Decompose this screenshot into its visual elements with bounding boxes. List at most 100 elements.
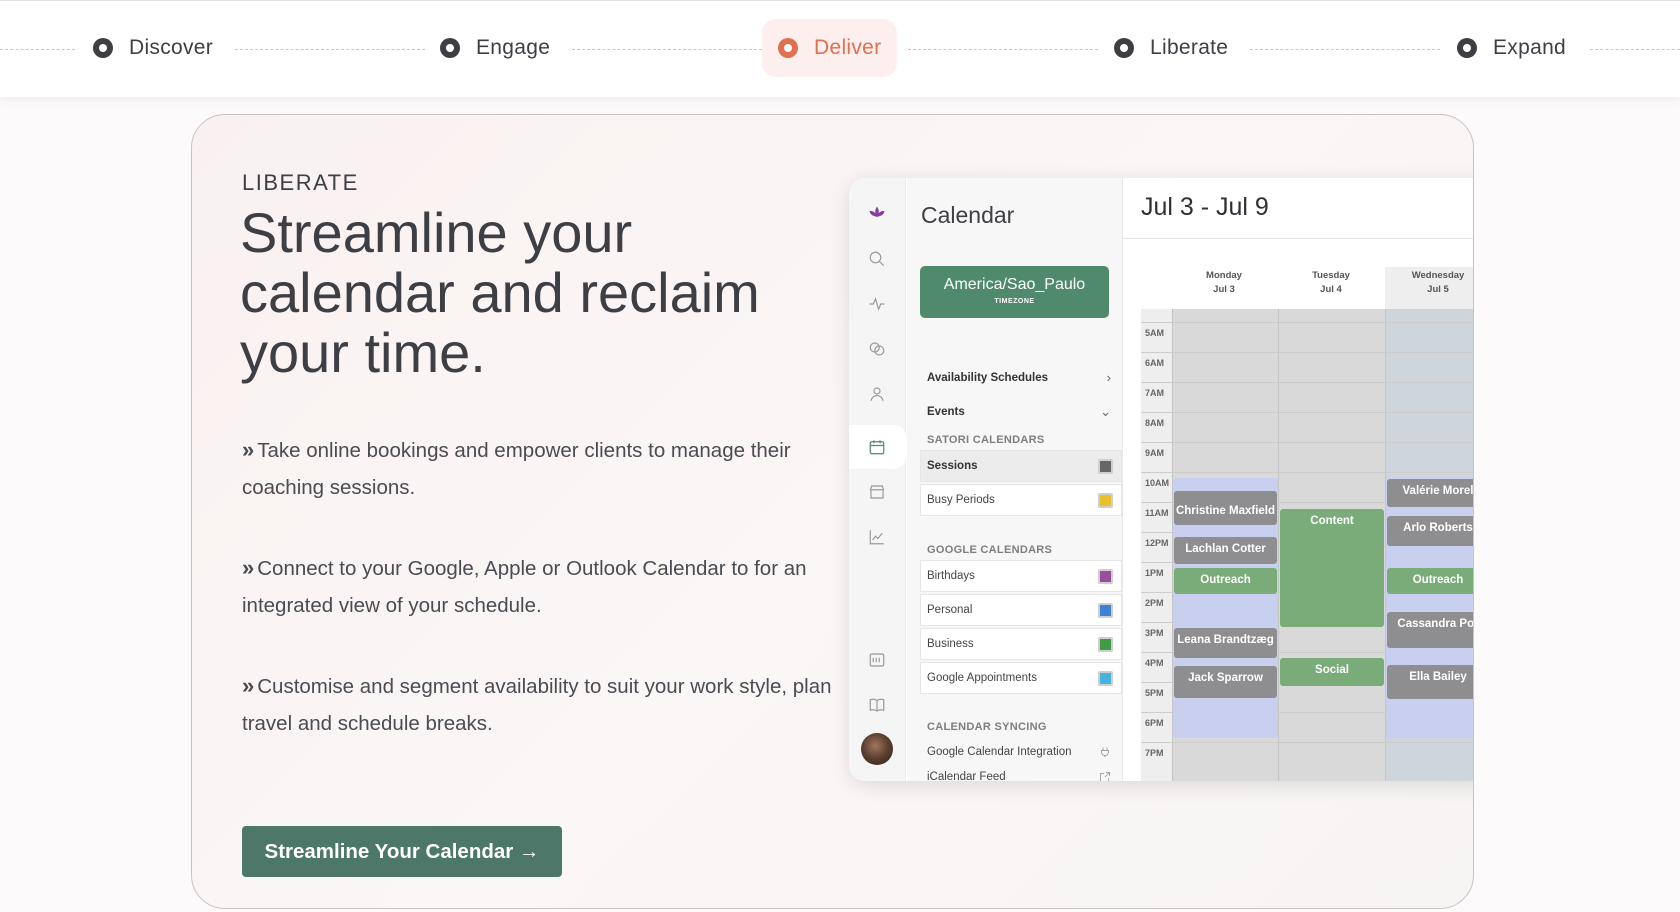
day-name: Tuesday [1312, 270, 1350, 281]
day-name: Wednesday [1411, 270, 1465, 281]
chat-icon[interactable] [864, 336, 890, 362]
calendar-event[interactable]: Content [1280, 509, 1384, 627]
bullet-text: Customise and segment availability to su… [242, 675, 832, 735]
calendar-item-birthdays[interactable]: Birthdays [920, 560, 1122, 592]
calendar-color-swatch[interactable] [1098, 636, 1113, 652]
icalendar-feed-item[interactable]: iCalendar Feed [927, 771, 1111, 781]
keyboard-icon[interactable] [864, 647, 890, 673]
google-calendar-integration-item[interactable]: Google Calendar Integration [927, 746, 1111, 758]
store-icon[interactable] [864, 479, 890, 505]
time-label: 7AM [1145, 388, 1165, 398]
calendar-sidebar: Calendar America/Sao_Paulo TIMEZONE Avai… [907, 178, 1123, 781]
calendar-event[interactable]: Christine Maxfield [1174, 491, 1277, 525]
time-label: 3PM [1145, 628, 1164, 638]
calendar-color-swatch[interactable] [1098, 458, 1113, 474]
availability-schedules-item[interactable]: Availability Schedules › [927, 370, 1111, 385]
plug-icon [1101, 747, 1109, 757]
day-date: Jul 3 [1213, 284, 1235, 295]
step-navigation: Discover Engage Deliver Liberate Expand [0, 0, 1680, 97]
step-radio-icon [778, 38, 798, 58]
lotus-logo-icon [864, 200, 890, 226]
calendar-item-busy-periods[interactable]: Busy Periods [920, 484, 1122, 516]
events-item[interactable]: Events ⌄ [927, 404, 1111, 420]
time-label: 5PM [1145, 688, 1164, 698]
timezone-caption: TIMEZONE [994, 298, 1035, 305]
section-eyebrow: LIBERATE [242, 170, 359, 195]
sync-label: iCalendar Feed [927, 771, 1006, 781]
search-icon[interactable] [864, 246, 890, 272]
user-icon[interactable] [864, 381, 890, 407]
calendar-item-personal[interactable]: Personal [920, 594, 1122, 626]
streamline-calendar-button[interactable]: Streamline Your Calendar → [242, 826, 562, 877]
time-label: 1PM [1145, 568, 1164, 578]
step-connector [908, 49, 1098, 50]
step-label: Liberate [1150, 36, 1229, 59]
calendar-syncing-heading: CALENDAR SYNCING [927, 721, 1047, 733]
column-divider [1278, 309, 1279, 781]
app-icon-rail [849, 178, 906, 781]
calendar-item-sessions[interactable]: Sessions [920, 450, 1122, 482]
calendar-color-swatch[interactable] [1098, 568, 1113, 584]
calendar-event[interactable]: Ella Bailey [1387, 665, 1473, 699]
day-header-monday[interactable]: Monday Jul 3 [1171, 269, 1277, 297]
step-label: Discover [129, 36, 214, 59]
step-radio-icon [440, 38, 460, 58]
step-label: Engage [476, 36, 551, 59]
chevron-right-icon: › [1106, 370, 1111, 385]
calendar-icon[interactable] [864, 434, 890, 460]
step-deliver[interactable]: Deliver [762, 19, 898, 77]
step-engage[interactable]: Engage [424, 19, 566, 77]
day-header-wednesday[interactable]: Wednesday Jul 5 [1385, 269, 1473, 297]
time-label: 11AM [1145, 508, 1169, 518]
external-link-icon [1100, 772, 1110, 781]
calendar-event[interactable]: Valérie Morel [1387, 479, 1473, 507]
analytics-chart-icon[interactable] [864, 524, 890, 550]
calendar-color-swatch[interactable] [1098, 670, 1113, 686]
day-name: Monday [1206, 270, 1242, 281]
hour-gridline [1141, 472, 1473, 473]
menu-label: Availability Schedules [927, 371, 1049, 384]
step-connector [235, 49, 425, 50]
calendar-color-swatch[interactable] [1098, 492, 1113, 508]
hour-gridline [1141, 322, 1473, 323]
calendar-event[interactable]: Leana Brandtzæg [1174, 628, 1277, 658]
calendar-event[interactable]: Outreach [1387, 568, 1473, 594]
step-discover[interactable]: Discover [77, 19, 229, 77]
calendar-name: Sessions [927, 460, 978, 472]
feature-bullet: » Connect to your Google, Apple or Outloo… [242, 549, 832, 624]
time-label: 7PM [1145, 748, 1164, 758]
calendar-event[interactable]: Arlo Roberts [1387, 516, 1473, 546]
step-radio-icon [1114, 38, 1134, 58]
feature-card: LIBERATE Streamline your calendar and re… [191, 114, 1474, 909]
sync-label: Google Calendar Integration [927, 746, 1072, 758]
activity-icon[interactable] [864, 291, 890, 317]
calendar-name: Busy Periods [927, 494, 995, 506]
step-label: Deliver [814, 36, 882, 59]
avatar[interactable] [861, 733, 893, 765]
google-calendars-heading: GOOGLE CALENDARS [927, 544, 1053, 556]
calendar-week-view: Jul 3 - Jul 9 Monday Jul 3 Tuesday Jul 4… [1123, 178, 1473, 781]
calendar-event[interactable]: Social [1280, 658, 1384, 686]
date-range: Jul 3 - Jul 9 [1141, 193, 1269, 221]
calendar-event[interactable]: Jack Sparrow [1174, 666, 1277, 698]
double-chevron-icon: » [242, 673, 255, 698]
day-date: Jul 5 [1427, 284, 1449, 295]
calendar-item-google-appointments[interactable]: Google Appointments [920, 662, 1122, 694]
calendar-item-business[interactable]: Business [920, 628, 1122, 660]
page-title: Streamline your calendar and reclaim you… [240, 201, 760, 384]
timezone-button[interactable]: America/Sao_Paulo TIMEZONE [920, 266, 1109, 318]
calendar-event[interactable]: Cassandra Por [1387, 612, 1473, 648]
day-header-tuesday[interactable]: Tuesday Jul 4 [1278, 269, 1384, 297]
calendar-color-swatch[interactable] [1098, 602, 1113, 618]
book-icon[interactable] [864, 692, 890, 718]
sidebar-title: Calendar [921, 202, 1015, 228]
step-expand[interactable]: Expand [1441, 19, 1582, 77]
calendar-name: Google Appointments [927, 672, 1037, 684]
calendar-event[interactable]: Lachlan Cotter [1174, 537, 1277, 564]
step-liberate[interactable]: Liberate [1098, 19, 1244, 77]
time-label: 6PM [1145, 718, 1164, 728]
header-divider [1123, 238, 1473, 239]
step-radio-icon [93, 38, 113, 58]
calendar-event[interactable]: Outreach [1174, 568, 1277, 594]
calendar-name: Personal [927, 604, 973, 616]
